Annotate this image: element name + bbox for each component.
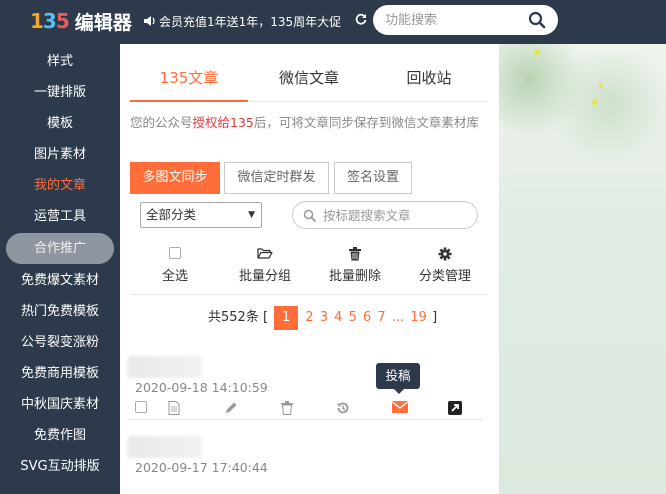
tab-wechat-articles[interactable]: 微信文章 (248, 62, 370, 102)
logo-text: 编辑器 (74, 11, 132, 34)
page-link[interactable]: 3 (320, 310, 328, 325)
logo[interactable]: 135 编辑器 (30, 8, 132, 34)
signature-settings-button[interactable]: 签名设置 (334, 162, 412, 194)
my-articles-panel: 135文章 微信文章 回收站 您的公众号授权给135后，可将文章同步保存到微信文… (120, 44, 499, 494)
multi-article-sync-button[interactable]: 多图文同步 (130, 162, 220, 194)
checkbox-icon[interactable] (135, 401, 149, 415)
promo-banner[interactable]: 会员充值1年送1年，135周年大促 (144, 12, 348, 32)
article-date: 2020-09-18 14:10:59 (135, 380, 268, 395)
function-search-input[interactable] (385, 10, 525, 30)
page-link[interactable]: 4 (334, 310, 342, 325)
article-search (292, 201, 478, 229)
checkbox-icon[interactable] (169, 247, 181, 259)
sidebar-item-styles[interactable]: 样式 (0, 46, 120, 77)
gear-icon (400, 247, 490, 263)
wechat-schedule-button[interactable]: 微信定时群发 (224, 162, 329, 194)
article-title-blurred[interactable] (128, 356, 202, 378)
pagination: 共552条 [ 1 2 3 4 5 6 7 ... 19 ] (208, 306, 437, 330)
sidebar-item-partner-promo[interactable]: 合作推广 (6, 233, 114, 264)
article-toolbar (128, 398, 483, 420)
category-select[interactable]: 全部分类 ▼ (140, 202, 262, 228)
sidebar-item-svg-layout[interactable]: SVG互动排版 (0, 451, 120, 482)
page-link[interactable]: 6 (363, 310, 371, 325)
authorize-link[interactable]: 授权给135 (193, 115, 254, 130)
search-icon (303, 209, 316, 222)
sidebar-item-ops-tools[interactable]: 运营工具 (0, 201, 120, 232)
promo-text: 会员充值1年送1年，135周年大促 (159, 15, 342, 29)
caret-down-icon: ▼ (248, 210, 255, 220)
sidebar-item-one-click-layout[interactable]: 一键排版 (0, 77, 120, 108)
external-link-icon[interactable] (448, 401, 462, 415)
total-count: 共552条 [ (208, 310, 269, 325)
trash-icon (310, 247, 400, 263)
article-title-blurred[interactable] (128, 436, 202, 458)
category-manage-action[interactable]: 分类管理 (400, 239, 490, 295)
select-all-action[interactable]: 全选 (130, 239, 220, 295)
sidebar-item-fan-growth[interactable]: 公号裂变涨粉 (0, 327, 120, 358)
page-current[interactable]: 1 (274, 306, 299, 330)
article-date: 2020-09-17 17:40:44 (135, 460, 268, 475)
page-link[interactable]: 2 (305, 310, 313, 325)
trash-icon[interactable] (281, 401, 295, 415)
page-link-last[interactable]: 19 (410, 310, 427, 325)
envelope-icon[interactable] (392, 401, 408, 415)
pager-bracket: ] (432, 310, 438, 325)
submit-tooltip: 投稿 (376, 363, 420, 394)
active-tab-indicator (130, 100, 248, 102)
sidebar-item-image-assets[interactable]: 图片素材 (0, 139, 120, 170)
history-icon[interactable] (336, 401, 350, 415)
batch-actions: 全选 批量分组 批量删除 分类管理 (130, 239, 488, 295)
document-icon[interactable] (168, 401, 182, 415)
tab-135-articles[interactable]: 135文章 (130, 62, 248, 102)
page-ellipsis: ... (391, 310, 405, 325)
top-bar: 135 编辑器 会员充值1年送1年，135周年大促 (0, 0, 666, 44)
sidebar-item-hot-templates[interactable]: 热门免费模板 (0, 296, 120, 327)
batch-delete-action[interactable]: 批量删除 (310, 239, 400, 295)
sidebar-item-viral-assets[interactable]: 免费爆文素材 (0, 265, 120, 296)
speaker-icon (144, 13, 156, 32)
search-icon[interactable] (528, 11, 546, 29)
sidebar-item-holiday-assets[interactable]: 中秋国庆素材 (0, 389, 120, 420)
sidebar-item-templates[interactable]: 模板 (0, 108, 120, 139)
tab-recycle-bin[interactable]: 回收站 (370, 62, 488, 102)
batch-group-action[interactable]: 批量分组 (220, 239, 310, 295)
article-search-input[interactable] (323, 206, 471, 224)
decorative-background (499, 44, 666, 494)
page-link[interactable]: 7 (377, 310, 385, 325)
sidebar-item-my-articles[interactable]: 我的文章 (0, 170, 120, 201)
function-search (373, 5, 558, 35)
folder-open-icon (220, 247, 310, 263)
article-tabs: 135文章 微信文章 回收站 (130, 62, 488, 102)
authorization-notice: 您的公众号授权给135后，可将文章同步保存到微信文章素材库 (130, 115, 479, 130)
edit-pencil-icon[interactable] (225, 401, 239, 415)
sidebar-item-commercial-templates[interactable]: 免费商用模板 (0, 358, 120, 389)
page-link[interactable]: 5 (349, 310, 357, 325)
sidebar: 样式 一键排版 模板 图片素材 我的文章 运营工具 合作推广 免费爆文素材 热门… (0, 44, 120, 494)
logo-mark: 135 (30, 9, 70, 33)
sidebar-item-free-drawing[interactable]: 免费作图 (0, 420, 120, 451)
